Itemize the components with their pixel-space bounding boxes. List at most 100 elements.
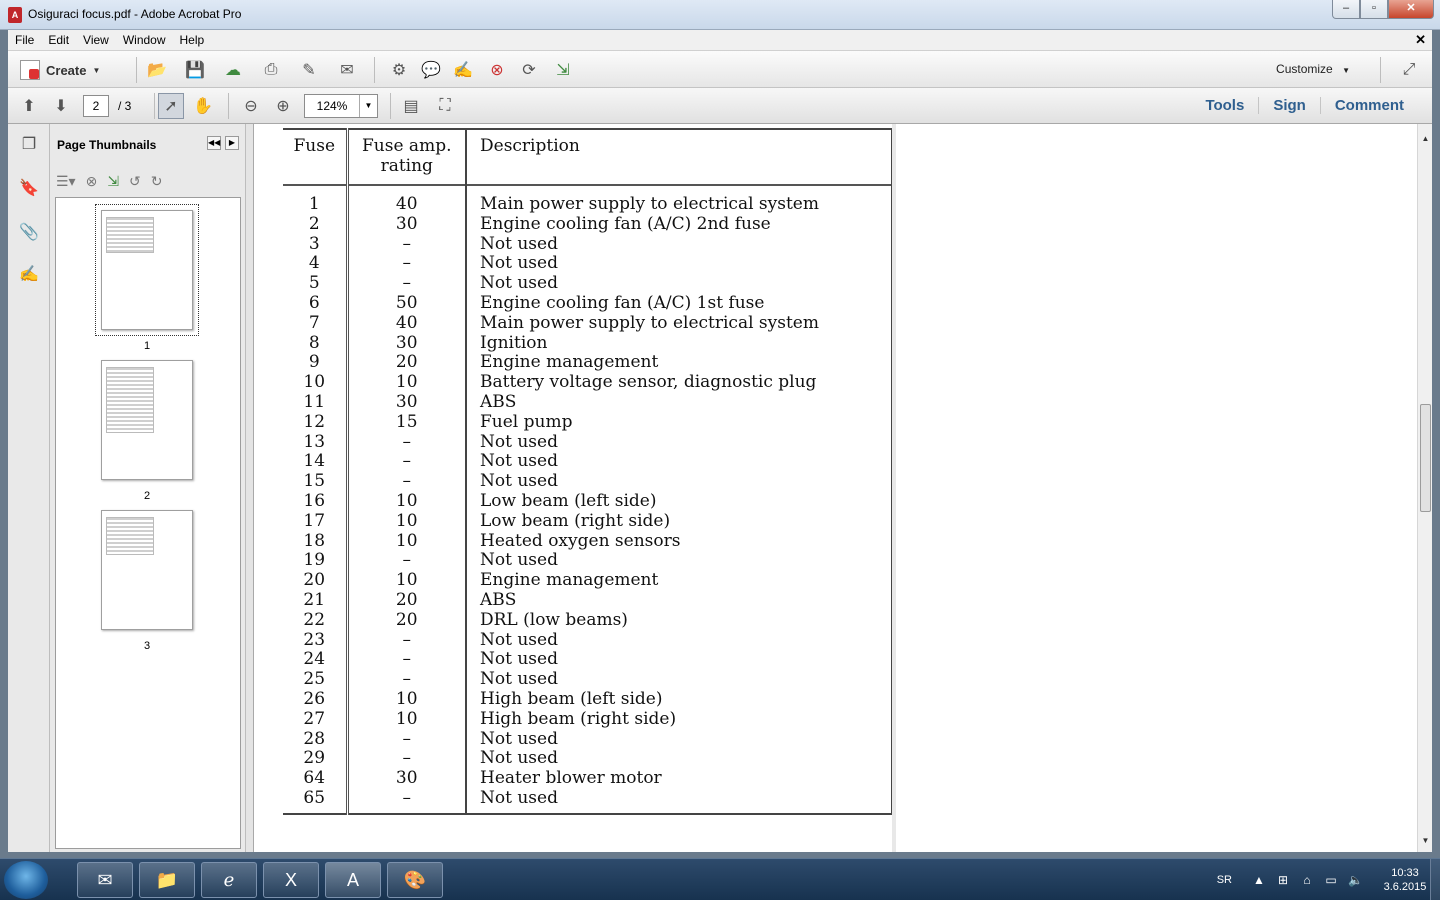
navigation-toolbar: ⬆ ⬇ 2 / 3 ➚ ✋ ⊖ ⊕ 124% ▼ ▤ ⛶ Tools Sign … bbox=[8, 88, 1432, 124]
amp-rating-cell: 10 bbox=[347, 491, 467, 512]
clock[interactable]: 10:33 3.6.2015 bbox=[1380, 866, 1430, 894]
next-page-icon[interactable]: ⬇ bbox=[48, 93, 74, 119]
sign-link[interactable]: Sign bbox=[1258, 97, 1320, 114]
scroll-up-icon[interactable]: ▲ bbox=[1420, 134, 1431, 143]
options-icon[interactable]: ☰▾ bbox=[56, 173, 76, 190]
network-icon[interactable]: ▭ bbox=[1324, 873, 1338, 887]
description-cell: Not used bbox=[466, 669, 893, 690]
bookmark-icon[interactable]: 🔖 bbox=[18, 178, 40, 200]
thumbnail-content bbox=[106, 517, 154, 555]
fuse-number-cell: 2 bbox=[283, 214, 349, 235]
fuse-number-cell: 65 bbox=[283, 788, 349, 814]
taskbar-acrobat-icon[interactable]: A bbox=[325, 862, 381, 898]
comment-icon[interactable]: 💬 bbox=[418, 57, 444, 83]
highlight-icon[interactable]: ✍ bbox=[450, 57, 476, 83]
taskbar-excel-icon[interactable]: X bbox=[263, 862, 319, 898]
document-view[interactable]: Fuse Fuse amp. rating Description 1 40 Mai… bbox=[254, 124, 1417, 852]
taskbar-paint-icon[interactable]: 🎨 bbox=[387, 862, 443, 898]
taskbar-internet-explorer-icon[interactable]: ℯ bbox=[201, 862, 257, 898]
description-cell: Main power supply to electrical system bbox=[466, 185, 893, 215]
print-icon[interactable]: ⎙ bbox=[258, 57, 284, 83]
email-icon[interactable]: ✉ bbox=[334, 57, 360, 83]
close-document-icon[interactable]: ✕ bbox=[1415, 32, 1426, 48]
menu-window[interactable]: Window bbox=[116, 33, 173, 47]
collapse-panel-icon[interactable]: ◀◀ bbox=[207, 136, 221, 150]
customize-dropdown[interactable]: Customize ▼ bbox=[1276, 62, 1350, 76]
thumbnail-page-2[interactable] bbox=[101, 360, 193, 480]
show-desktop-button[interactable] bbox=[1430, 859, 1440, 900]
page-number-input[interactable]: 2 bbox=[83, 95, 109, 117]
windows-flag-icon[interactable]: ⊞ bbox=[1276, 873, 1290, 887]
tools-link[interactable]: Tools bbox=[1191, 97, 1258, 114]
rotate-ccw-icon[interactable]: ↺ bbox=[129, 173, 141, 190]
chevron-down-icon: ▼ bbox=[359, 95, 377, 117]
edit-document-icon[interactable]: ✎ bbox=[296, 57, 322, 83]
amp-rating-cell: – bbox=[347, 432, 467, 453]
rotate-page-icon[interactable]: ⟳ bbox=[516, 57, 542, 83]
insert-page-icon[interactable]: ⇲ bbox=[107, 173, 119, 190]
amp-rating-cell: 20 bbox=[347, 590, 467, 611]
description-cell: Not used bbox=[466, 432, 893, 453]
table-row: 11 30 ABS bbox=[283, 392, 893, 413]
table-row: 28– Not used bbox=[283, 729, 893, 750]
taskbar-outlook-icon[interactable]: ✉ bbox=[77, 862, 133, 898]
description-cell: Heated oxygen sensors bbox=[466, 531, 893, 552]
hand-tool-icon[interactable]: ✋ bbox=[190, 93, 216, 119]
create-button[interactable]: Create ▼ bbox=[20, 57, 100, 83]
menu-file[interactable]: File bbox=[8, 33, 41, 47]
language-indicator[interactable]: SR bbox=[1217, 874, 1232, 886]
device-icon[interactable]: ⌂ bbox=[1300, 873, 1314, 887]
fuse-number-cell: 5 bbox=[283, 273, 349, 294]
expand-panel-icon[interactable]: ▶ bbox=[225, 136, 239, 150]
zoom-in-icon[interactable]: ⊕ bbox=[270, 93, 296, 119]
amp-rating-cell: – bbox=[347, 471, 467, 492]
rotate-cw-icon[interactable]: ↻ bbox=[151, 173, 163, 190]
amp-rating-cell: 10 bbox=[347, 689, 467, 710]
panel-splitter[interactable] bbox=[246, 124, 254, 852]
start-button[interactable] bbox=[4, 861, 48, 899]
full-screen-icon[interactable]: ⛶ bbox=[432, 93, 458, 119]
fuse-number-cell: 3 bbox=[283, 234, 349, 255]
menu-help[interactable]: Help bbox=[173, 33, 212, 47]
table-row: 21 20 ABS bbox=[283, 590, 893, 611]
volume-icon[interactable]: 🔈 bbox=[1348, 873, 1363, 887]
show-hidden-icons-icon[interactable]: ▲ bbox=[1252, 873, 1266, 887]
description-cell: Not used bbox=[466, 630, 893, 651]
header-description: Description bbox=[466, 129, 893, 185]
signature-icon[interactable]: ✍ bbox=[18, 264, 40, 286]
open-folder-icon[interactable]: 📂 bbox=[144, 57, 170, 83]
extract-page-icon[interactable]: ⇲ bbox=[550, 57, 576, 83]
thumbnail-label: 1 bbox=[143, 340, 151, 352]
amp-rating-cell: – bbox=[347, 273, 467, 294]
table-row: 8 30 Ignition bbox=[283, 333, 893, 354]
scrollbar-thumb[interactable] bbox=[1420, 404, 1431, 512]
description-cell: Fuel pump bbox=[466, 412, 893, 433]
toolbar-separator bbox=[154, 93, 155, 119]
title-bar: A Osiguraci focus.pdf - Adobe Acrobat Pr… bbox=[0, 0, 1440, 30]
fit-page-icon[interactable]: ▤ bbox=[398, 93, 424, 119]
vertical-scrollbar[interactable]: ▲ ▼ bbox=[1417, 124, 1432, 852]
zoom-level-select[interactable]: 124% ▼ bbox=[304, 94, 378, 118]
menu-view[interactable]: View bbox=[76, 33, 116, 47]
close-window-button[interactable]: ✕ bbox=[1388, 0, 1434, 19]
fuse-number-cell: 21 bbox=[283, 590, 349, 611]
delete-page-icon[interactable]: ⊗ bbox=[86, 173, 98, 190]
previous-page-icon[interactable]: ⬆ bbox=[16, 93, 42, 119]
page-thumbnails-icon[interactable]: ❐ bbox=[18, 134, 40, 156]
maximize-button[interactable]: ▫ bbox=[1360, 0, 1388, 19]
expand-icon[interactable]: ⤢ bbox=[1396, 57, 1422, 83]
save-icon[interactable]: 💾 bbox=[182, 57, 208, 83]
gear-icon[interactable]: ⚙ bbox=[386, 57, 412, 83]
comment-link[interactable]: Comment bbox=[1319, 97, 1418, 114]
minimize-button[interactable]: – bbox=[1332, 0, 1360, 19]
thumbnail-page-3[interactable] bbox=[101, 510, 193, 630]
scroll-down-icon[interactable]: ▼ bbox=[1420, 836, 1431, 845]
menu-edit[interactable]: Edit bbox=[41, 33, 76, 47]
thumbnail-page-1[interactable] bbox=[95, 204, 199, 336]
delete-page-icon[interactable]: ⊗ bbox=[484, 57, 510, 83]
taskbar-explorer-icon[interactable]: 📁 bbox=[139, 862, 195, 898]
attachment-icon[interactable]: 📎 bbox=[18, 222, 40, 244]
select-tool-icon[interactable]: ➚ bbox=[158, 93, 184, 119]
upload-cloud-icon[interactable]: ☁ bbox=[220, 57, 246, 83]
zoom-out-icon[interactable]: ⊖ bbox=[238, 93, 264, 119]
